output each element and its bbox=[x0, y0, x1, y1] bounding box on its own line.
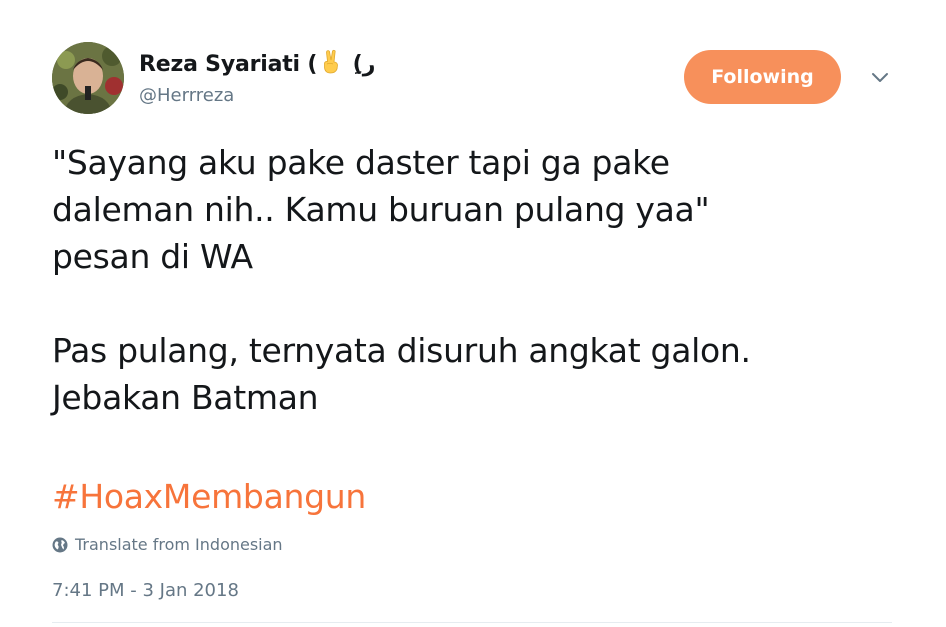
tweet-timestamp[interactable]: 7:41 PM - 3 Jan 2018 bbox=[52, 580, 239, 601]
victory-hand-emoji bbox=[319, 48, 343, 80]
following-button[interactable]: Following bbox=[684, 50, 841, 104]
translate-label: Translate from Indonesian bbox=[75, 535, 283, 554]
tweet-card: Reza Syariati ( (ِر @Herrreza Following … bbox=[0, 0, 946, 627]
translate-link[interactable]: Translate from Indonesian bbox=[52, 535, 283, 554]
hashtag-link[interactable]: #HoaxMembangun bbox=[52, 473, 366, 520]
author-name-suffix: (ِر bbox=[345, 52, 376, 77]
chevron-down-icon[interactable] bbox=[868, 66, 892, 90]
divider bbox=[52, 622, 892, 623]
avatar-image bbox=[52, 42, 124, 114]
tweet-text: "Sayang aku pake daster tapi ga pake dal… bbox=[52, 143, 751, 417]
avatar[interactable] bbox=[52, 42, 124, 114]
author-handle[interactable]: @Herrreza bbox=[139, 85, 234, 106]
author-name[interactable]: Reza Syariati ( (ِر bbox=[139, 48, 376, 80]
globe-icon bbox=[52, 537, 68, 552]
author-name-prefix: Reza Syariati ( bbox=[139, 52, 318, 77]
